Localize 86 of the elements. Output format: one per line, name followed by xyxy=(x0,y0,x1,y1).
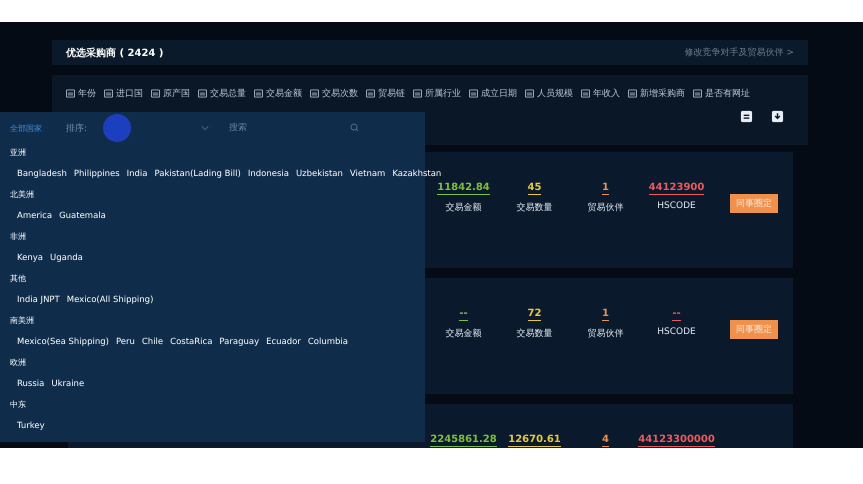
stat-value[interactable]: 72 xyxy=(528,308,542,321)
country-option[interactable]: Bangladesh xyxy=(17,168,67,178)
stat-value[interactable]: 4 xyxy=(602,434,609,447)
country-option[interactable]: CostaRica xyxy=(170,336,212,346)
filter-option[interactable]: 交易次数 xyxy=(310,87,358,100)
stat-label: 交易数量 xyxy=(516,202,552,214)
country-option[interactable]: Guatemala xyxy=(59,210,106,220)
country-option[interactable]: Kenya xyxy=(17,252,44,262)
filter-option[interactable]: 人员规模 xyxy=(525,87,573,100)
stat-value[interactable]: 11842.84 xyxy=(437,182,490,195)
filter-option[interactable]: 年收入 xyxy=(581,87,620,100)
cursor-highlight-icon xyxy=(103,114,131,142)
stat-value[interactable]: 44123900 xyxy=(648,182,704,195)
list-icon xyxy=(310,89,319,98)
country-option[interactable]: Uganda xyxy=(50,252,83,262)
stat-label: 交易金额 xyxy=(446,328,482,340)
stat-value[interactable]: 2245861.28 xyxy=(430,434,497,447)
filter-option[interactable]: 成立日期 xyxy=(469,87,517,100)
country-option[interactable]: Vietnam xyxy=(350,168,386,178)
country-option[interactable]: Peru xyxy=(116,336,135,346)
filter-option[interactable]: 年份 xyxy=(66,87,96,100)
message-icon[interactable] xyxy=(740,110,753,123)
download-icon[interactable] xyxy=(771,110,784,123)
region-heading: 非洲 xyxy=(10,231,27,243)
list-icon xyxy=(104,89,113,98)
country-option[interactable]: Chile xyxy=(142,336,164,346)
edit-partners-link[interactable]: 修改竞争对手及贸易伙伴 > xyxy=(684,46,794,59)
list-icon xyxy=(413,89,422,98)
country-option[interactable]: Ukraine xyxy=(51,378,84,388)
search-icon xyxy=(350,123,360,132)
list-icon xyxy=(254,89,263,98)
stat-value[interactable]: -- xyxy=(672,308,681,321)
country-option[interactable]: Philippines xyxy=(74,168,120,178)
country-option[interactable]: Mexico(Sea Shipping) xyxy=(17,336,109,346)
filter-option[interactable]: 交易金额 xyxy=(254,87,302,100)
list-icon xyxy=(66,89,75,98)
filter-option[interactable]: 原产国 xyxy=(151,87,190,100)
chevron-down-icon xyxy=(201,125,210,131)
region-heading: 其他 xyxy=(10,273,27,285)
list-icon xyxy=(366,89,375,98)
stat-label: HSCODE xyxy=(657,201,696,211)
country-option[interactable]: Paraguay xyxy=(219,336,260,346)
country-option[interactable]: Kazakhstan xyxy=(392,168,442,178)
region-heading: 南美洲 xyxy=(10,315,35,327)
country-option[interactable]: Russia xyxy=(17,378,44,388)
country-option[interactable]: America xyxy=(17,210,52,220)
filter-option[interactable]: 进口国 xyxy=(104,87,143,100)
country-option[interactable]: Indonesia xyxy=(248,168,289,178)
country-option[interactable]: Turkey xyxy=(17,420,45,430)
country-option[interactable]: Uzbekistan xyxy=(296,168,343,178)
list-icon xyxy=(151,89,160,98)
stat-value[interactable]: -- xyxy=(459,308,468,321)
filter-option[interactable]: 所属行业 xyxy=(413,87,461,100)
filter-option[interactable]: 交易总量 xyxy=(198,87,246,100)
country-option[interactable]: Pakistan(Lading Bill) xyxy=(154,168,241,178)
stat-label: 贸易伙伴 xyxy=(588,328,624,340)
stat-label: HSCODE xyxy=(657,327,696,337)
list-icon xyxy=(525,89,534,98)
country-option[interactable]: India xyxy=(126,168,148,178)
list-icon xyxy=(469,89,478,98)
all-countries-option[interactable]: 全部国家 xyxy=(10,122,66,134)
list-icon xyxy=(628,89,637,98)
region-heading: 中东 xyxy=(10,399,27,411)
region-heading: 亚洲 xyxy=(10,147,27,159)
filter-option[interactable]: 贸易链 xyxy=(366,87,405,100)
filter-option[interactable]: 新增采购商 xyxy=(628,87,685,100)
stat-value[interactable]: 1 xyxy=(602,308,609,321)
stat-label: 交易金额 xyxy=(446,202,482,214)
stat-value[interactable]: 45 xyxy=(528,182,542,195)
list-icon xyxy=(693,89,702,98)
list-icon xyxy=(581,89,590,98)
region-heading: 北美洲 xyxy=(10,189,35,201)
country-option[interactable]: Mexico(All Shipping) xyxy=(66,294,154,304)
stat-label: 交易数量 xyxy=(516,328,552,340)
page-title: 优选采购商 ( 2424 ) xyxy=(66,46,164,60)
stat-label: 贸易伙伴 xyxy=(588,202,624,214)
stat-value[interactable]: 44123300000 xyxy=(638,434,715,447)
country-option[interactable]: India JNPT xyxy=(17,294,60,304)
country-option[interactable]: Columbia xyxy=(308,336,348,346)
country-option[interactable]: Ecuador xyxy=(266,336,301,346)
region-heading: 欧洲 xyxy=(10,357,27,369)
sort-label: 排序: xyxy=(66,122,88,134)
stat-value[interactable]: 12670.61 xyxy=(508,434,561,447)
filter-option[interactable]: 是否有网址 xyxy=(693,87,750,100)
stat-value[interactable]: 1 xyxy=(602,182,609,195)
list-icon xyxy=(198,89,207,98)
